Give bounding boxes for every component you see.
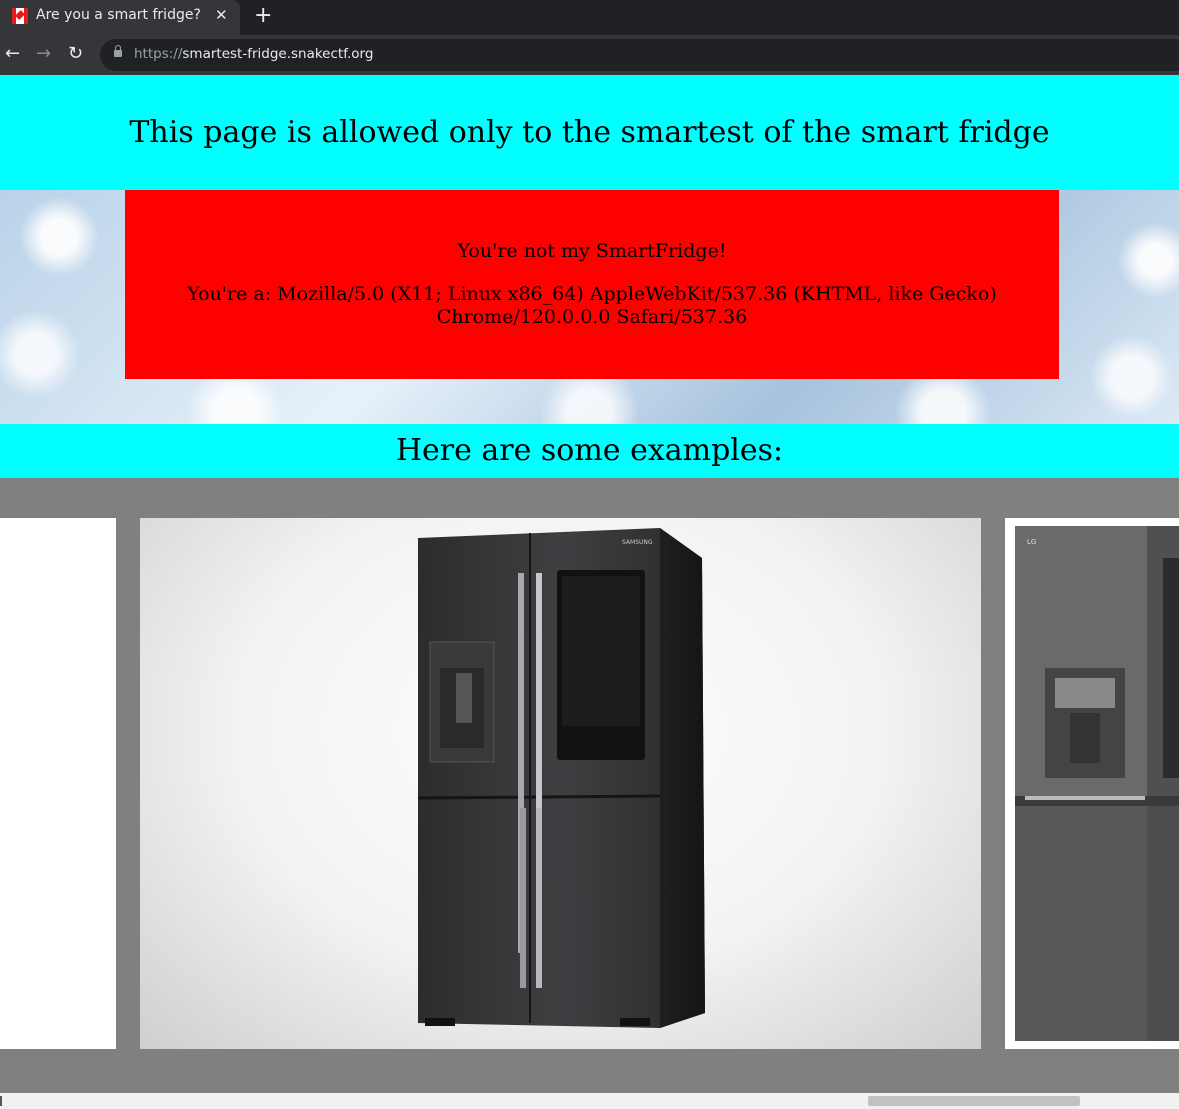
examples-header: Here are some examples: <box>0 424 1179 478</box>
alert-message: You're not my SmartFridge! <box>457 240 727 262</box>
reload-icon[interactable]: ↻ <box>68 43 83 64</box>
fridge-gallery[interactable]: SAMSUNG LG <box>0 478 1179 1093</box>
user-agent-text: You're a: Mozilla/5.0 (X11; Linux x86_64… <box>187 283 997 328</box>
horizontal-scrollbar[interactable] <box>0 1093 1179 1109</box>
lock-icon[interactable] <box>114 45 122 57</box>
examples-title: Here are some examples: <box>395 433 784 468</box>
tab-title: Are you a smart fridge? <box>36 7 201 23</box>
forward-arrow-icon[interactable]: → <box>36 43 51 64</box>
samsung-brand-text: SAMSUNG <box>622 539 653 546</box>
page-title: This page is allowed only to the smartes… <box>129 115 1050 150</box>
browser-tab-strip: Are you a smart fridge? ✕ + <box>0 0 1179 35</box>
address-bar[interactable]: https://smartest-fridge.snakectf.org <box>100 39 1179 71</box>
canada-flag-icon <box>12 8 28 24</box>
ice-background: You're not my SmartFridge! You're a: Moz… <box>0 190 1179 424</box>
fridge-image-lg: LG <box>1005 518 1179 1049</box>
fridge-image-samsung: SAMSUNG <box>140 518 981 1049</box>
scrollbar-start-marker <box>0 1096 2 1106</box>
browser-toolbar: ← → ↻ https://smartest-fridge.snakectf.o… <box>0 35 1179 75</box>
url-text[interactable]: https://smartest-fridge.snakectf.org <box>134 46 373 62</box>
lg-fridge-illustration: LG <box>1015 526 1179 1041</box>
page-header: This page is allowed only to the smartes… <box>0 75 1179 190</box>
user-agent-alert: You're not my SmartFridge! You're a: Moz… <box>125 190 1059 379</box>
back-arrow-icon[interactable]: ← <box>5 43 20 64</box>
close-tab-icon[interactable]: ✕ <box>215 6 228 24</box>
scrollbar-thumb[interactable] <box>868 1096 1080 1106</box>
samsung-fridge-illustration: SAMSUNG <box>417 528 705 1028</box>
page-viewport: This page is allowed only to the smartes… <box>0 75 1179 1109</box>
lg-brand-text: LG <box>1027 538 1036 546</box>
browser-tab[interactable]: Are you a smart fridge? ✕ <box>0 0 240 35</box>
fridge-image-partial <box>0 518 116 1049</box>
new-tab-button[interactable]: + <box>254 3 272 28</box>
